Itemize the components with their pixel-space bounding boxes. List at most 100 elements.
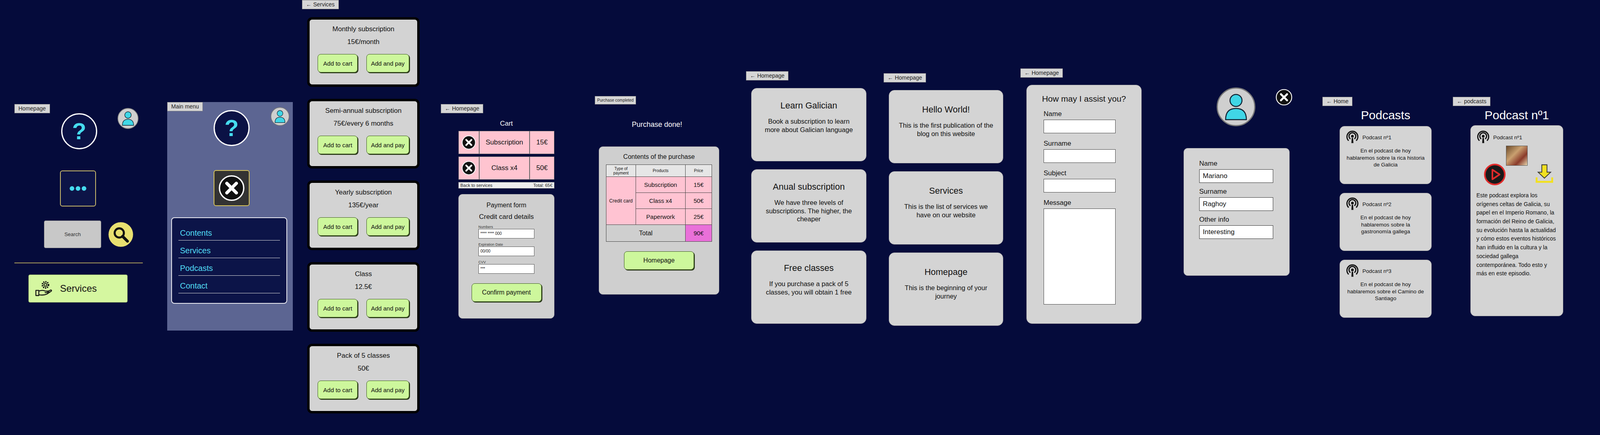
back-link[interactable]: Back to services — [460, 182, 493, 188]
info-card[interactable]: HomepageThis is the beginning of your jo… — [888, 252, 1004, 326]
product-cell: Paperwork — [635, 208, 686, 225]
avatar-icon[interactable] — [117, 107, 139, 130]
field-input[interactable]: *** — [478, 264, 535, 274]
avatar-icon-svg[interactable] — [270, 106, 290, 126]
confirm-button[interactable]: Confirm payment — [471, 283, 542, 302]
info-card[interactable]: ServicesThis is the list of services we … — [888, 171, 1004, 245]
add-and-pay-button[interactable]: Add and pay — [366, 135, 409, 154]
form-field: Expiration Date00/00 — [478, 242, 535, 256]
search-row — [44, 220, 134, 248]
text-input[interactable] — [1043, 149, 1116, 163]
main-menu-screen: Main menu?ContentsServicesPodcastsContac… — [167, 102, 293, 331]
cover-image — [1506, 145, 1528, 166]
add-to-cart-button[interactable]: Add to cart — [317, 380, 358, 399]
form-subtitle: Credit card details — [478, 212, 534, 221]
back-button[interactable]: ← Home — [1322, 96, 1353, 106]
search-input[interactable] — [44, 220, 102, 248]
card-text: If you purchase a pack of 5 classes, you… — [760, 279, 858, 296]
back-button[interactable]: ← Homepage — [746, 71, 789, 81]
hand-gear-icon-svg — [34, 279, 53, 298]
services-label[interactable]: Services — [60, 282, 97, 294]
back-button[interactable]: ← Homepage — [883, 73, 926, 83]
add-and-pay-button[interactable]: Add and pay — [366, 380, 409, 399]
search-icon-svg[interactable] — [108, 221, 134, 248]
add-to-cart-button[interactable]: Add to cart — [317, 54, 358, 73]
add-to-cart-button[interactable]: Add to cart — [317, 298, 358, 318]
column-header: Price — [685, 164, 712, 177]
more-icon[interactable] — [60, 170, 96, 207]
podcast-title: Podcast nº1 — [1362, 134, 1392, 141]
form-title: Payment form — [486, 201, 527, 209]
podcast-header: Podcast nº1 — [1345, 130, 1426, 144]
menu-item[interactable]: Podcasts — [178, 260, 280, 276]
menu-item[interactable]: Contact — [178, 278, 280, 294]
more-icon-svg[interactable] — [68, 178, 88, 199]
info-card[interactable]: Hello World!This is the first publicatio… — [888, 90, 1004, 164]
podcasts-screen: ← Home Podcasts Podcast nº1 En el podcast d… — [1322, 96, 1439, 318]
menu-item[interactable]: Contents — [178, 225, 280, 241]
home-screen: Homepage?Services — [14, 104, 145, 303]
remove-cell — [458, 156, 480, 180]
search-icon[interactable] — [108, 221, 134, 248]
payment-type: Credit card — [606, 176, 636, 225]
total-price: 90€ — [685, 224, 712, 242]
close-icon[interactable] — [1275, 88, 1293, 106]
help-button[interactable]: ? — [61, 113, 98, 150]
card-text: This is the beginning of your journey — [898, 283, 994, 300]
add-to-cart-button[interactable]: Add to cart — [317, 217, 358, 236]
message-input[interactable] — [1043, 208, 1116, 305]
card-title: Services — [929, 185, 963, 196]
remove-icon[interactable] — [461, 135, 476, 150]
add-and-pay-button[interactable]: Add and pay — [366, 217, 409, 236]
profile-top — [1183, 86, 1293, 127]
info-card[interactable]: Learn GalicianBook a subscription to lea… — [751, 88, 867, 162]
field-input[interactable]: Mariano — [1199, 169, 1274, 183]
field-input[interactable]: **** **** 000 — [478, 228, 535, 239]
back-button[interactable]: ← Services — [302, 0, 339, 10]
add-and-pay-button[interactable]: Add and pay — [366, 54, 409, 73]
field-input[interactable]: 00/00 — [478, 246, 535, 256]
total-label: Total — [606, 224, 686, 242]
avatar-icon-svg[interactable] — [117, 107, 139, 130]
podcast-card[interactable]: Podcast nº2En el podcast de hoy hablarem… — [1339, 192, 1432, 251]
podcast-icon-svg — [1476, 130, 1490, 144]
close-icon-svg[interactable] — [1275, 88, 1293, 106]
download-icon[interactable] — [1534, 163, 1555, 184]
podcast-detail-card: Podcast nº1Este podcast explora los oríg… — [1470, 125, 1564, 316]
text-input[interactable] — [1043, 178, 1116, 193]
profile-screen: NameMarianoSurnameRaghoyOther infoIntere… — [1183, 86, 1292, 276]
back-button[interactable]: ← Homepage — [1020, 68, 1063, 78]
add-to-cart-button[interactable]: Add to cart — [317, 135, 358, 154]
back-button[interactable]: ← Homepage — [440, 104, 484, 114]
close-icon-svg[interactable] — [218, 174, 245, 202]
info-card[interactable]: Free classesIf you purchase a pack of 5 … — [751, 250, 867, 324]
contact-panel: How may I assist you?NameSurnameSubjectM… — [1026, 84, 1142, 324]
service-title: Semi-annual subscription — [325, 106, 402, 115]
field-input[interactable]: Interesting — [1199, 225, 1274, 239]
remove-icon-svg[interactable] — [461, 135, 476, 150]
download-icon-svg[interactable] — [1534, 163, 1555, 184]
back-button[interactable]: ← podcasts — [1452, 96, 1491, 106]
play-icon-svg[interactable] — [1483, 163, 1506, 186]
menu-item[interactable]: Services — [178, 242, 280, 258]
info-card[interactable]: Anual subscriptionWe have three levels o… — [751, 169, 867, 243]
help-button[interactable]: ? — [213, 110, 250, 146]
podcast-card[interactable]: Podcast nº1 En el podcast de hoy hablarem… — [1339, 126, 1432, 184]
remove-icon-svg[interactable] — [461, 160, 476, 176]
podcast-icon-svg — [1345, 264, 1360, 278]
close-icon[interactable] — [213, 170, 250, 206]
play-icon[interactable] — [1483, 163, 1506, 186]
item-price: 50€ — [529, 156, 555, 180]
podcast-card[interactable]: Podcast nº3En el podcast de hoy hablarem… — [1339, 259, 1432, 318]
field-input[interactable]: Raghoy — [1199, 197, 1274, 211]
homepage-button[interactable]: Homepage — [624, 251, 694, 270]
podcast-text: En el podcast de hoy hablaremos sobre la… — [1345, 147, 1426, 169]
services-button[interactable]: Services — [28, 274, 128, 303]
remove-icon[interactable] — [461, 160, 476, 176]
form-field: CVV*** — [478, 260, 535, 274]
page-title: Podcasts — [1339, 108, 1432, 122]
avatar-icon[interactable] — [270, 106, 290, 126]
blog-screen: ← Homepage Hello World!This is the first … — [883, 73, 1008, 326]
add-and-pay-button[interactable]: Add and pay — [366, 298, 409, 318]
text-input[interactable] — [1043, 119, 1116, 134]
